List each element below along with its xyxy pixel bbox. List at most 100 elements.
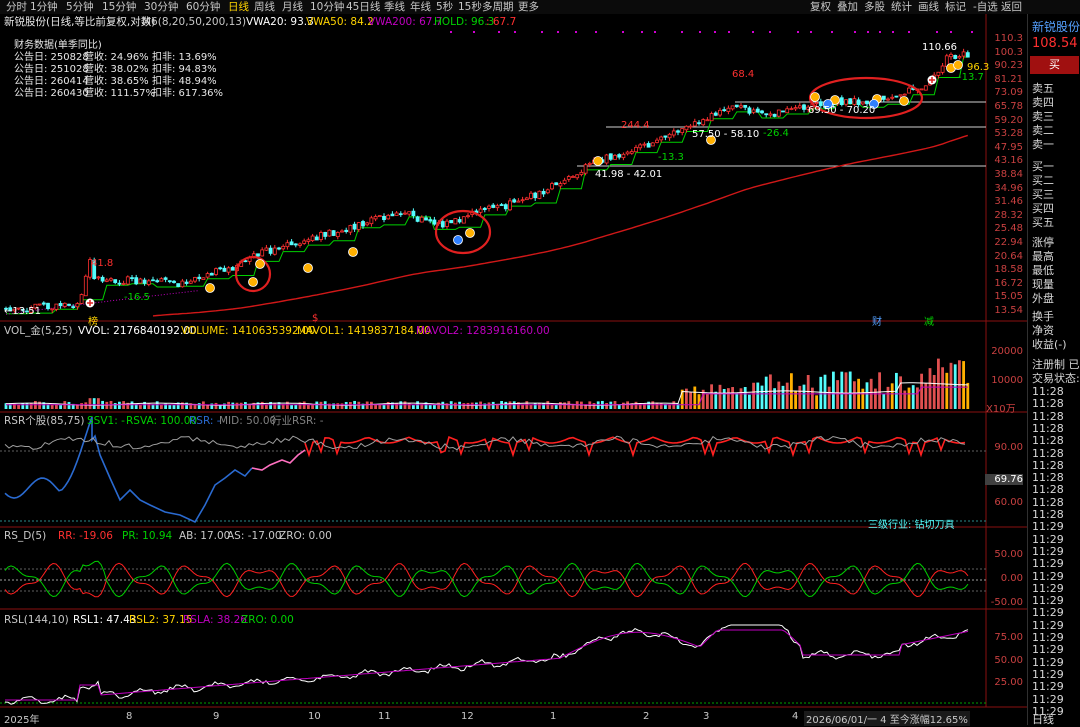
candle-body — [734, 104, 739, 108]
top-dot — [854, 31, 856, 33]
volume-bar — [907, 387, 911, 409]
candle-body — [890, 96, 895, 99]
volume-bar — [802, 384, 806, 409]
candle-body — [642, 143, 647, 146]
volume-bar — [945, 372, 949, 409]
volume-bar — [941, 367, 944, 409]
candle-body — [293, 243, 298, 246]
candle-body — [554, 182, 559, 186]
signal-icon — [899, 96, 909, 106]
candle-body — [923, 85, 928, 91]
trade-time-24: 11:29 — [1032, 680, 1064, 694]
price-tick-19: 15.05 — [994, 291, 1023, 303]
candle-body — [659, 136, 664, 141]
trade-time-12: 11:29 — [1032, 532, 1064, 546]
candle-body — [667, 133, 672, 139]
volume-bar — [130, 401, 134, 409]
candle-body — [37, 303, 42, 306]
candle-body — [781, 110, 785, 113]
candle-body — [680, 128, 685, 134]
top-dot — [810, 31, 812, 33]
volume-bar — [718, 384, 722, 409]
volume-bar — [886, 386, 890, 409]
candle-body — [692, 121, 697, 127]
candle-body — [608, 153, 613, 160]
trade-time-2: 11:28 — [1032, 409, 1064, 423]
volume-bar — [88, 398, 92, 409]
candle-body — [298, 243, 302, 246]
stock-name[interactable]: 新锐股份 — [1032, 18, 1080, 35]
rsr-blue-line — [4, 416, 253, 524]
x-tick-8: 3 — [703, 711, 710, 722]
volume-bar — [949, 362, 953, 409]
top-dot — [575, 31, 577, 33]
candle-body — [575, 174, 580, 179]
volume-bar — [433, 404, 436, 409]
signal-icon — [348, 247, 358, 257]
price-tick-0: 110.3 — [994, 33, 1023, 44]
candle-body — [75, 303, 80, 308]
candle-body — [415, 216, 420, 222]
price-tick-18: 16.72 — [994, 277, 1023, 289]
candle-body — [356, 222, 361, 230]
as-value: AS: -17.00 — [227, 530, 282, 542]
volume-bar — [785, 382, 789, 409]
volume-bars — [4, 358, 970, 409]
volume-bar — [466, 402, 470, 409]
signal-icon — [453, 235, 463, 245]
hold-extra-value: : 67.7 — [486, 16, 517, 28]
candle-body — [655, 139, 659, 143]
top-dot — [557, 31, 559, 33]
candle-body — [54, 303, 59, 310]
volume-bar — [861, 388, 865, 409]
indicator-label[interactable]: M6(8,20,50,200,13) — [142, 16, 246, 29]
trade-time-22: 11:29 — [1032, 655, 1064, 669]
rsl1-value: RSL1: 47.43 — [73, 614, 137, 626]
volume-bar — [811, 387, 814, 409]
buy-button[interactable]: 买 — [1030, 56, 1079, 74]
x-tick-2: 9 — [213, 711, 220, 722]
volume-bar — [248, 404, 251, 409]
volume-bar — [273, 403, 277, 409]
candle-body — [79, 294, 84, 304]
candle-body — [860, 101, 865, 105]
price-tick-14: 25.48 — [994, 223, 1023, 235]
annotation-mark-cai: 财 — [872, 317, 882, 328]
candle-body — [814, 102, 819, 105]
candle-body — [936, 71, 941, 76]
candle-body — [67, 303, 71, 306]
ssv1-value: SSV1: - — [87, 415, 125, 427]
candle-body — [407, 211, 412, 215]
signal-icon — [248, 277, 258, 287]
candle-body — [155, 280, 160, 283]
candle-body — [348, 225, 353, 233]
candle-body — [726, 107, 731, 112]
candle-body — [747, 107, 752, 114]
rsd-zro-value: ZRO: 0.00 — [279, 530, 332, 542]
candle-body — [62, 302, 67, 307]
candle-body — [705, 119, 710, 122]
candle-body — [797, 105, 802, 109]
rsl-tick-1: 50.00 — [994, 655, 1023, 666]
volume-bar — [882, 393, 886, 409]
candle-body — [256, 253, 260, 257]
candle-body — [953, 54, 958, 59]
price-tick-1: 100.3 — [994, 46, 1023, 58]
candle-body — [671, 130, 676, 136]
volume-bar — [386, 401, 390, 409]
top-dot — [867, 31, 869, 33]
top-dot — [971, 31, 973, 33]
candle-body — [109, 278, 113, 281]
candle-body — [104, 279, 109, 282]
date-status: 2026/06/01/一 4 至今涨幅12.65% — [804, 711, 970, 726]
candle-body — [802, 104, 806, 110]
candle-body — [193, 276, 197, 282]
candle-body — [478, 208, 483, 213]
volume-bar — [756, 382, 760, 409]
volume-bar — [622, 402, 625, 409]
candle-body — [550, 183, 554, 190]
x-tick-4: 11 — [378, 711, 391, 722]
candle-body — [361, 221, 365, 227]
signal-icon — [465, 228, 475, 238]
top-dot — [892, 31, 894, 33]
